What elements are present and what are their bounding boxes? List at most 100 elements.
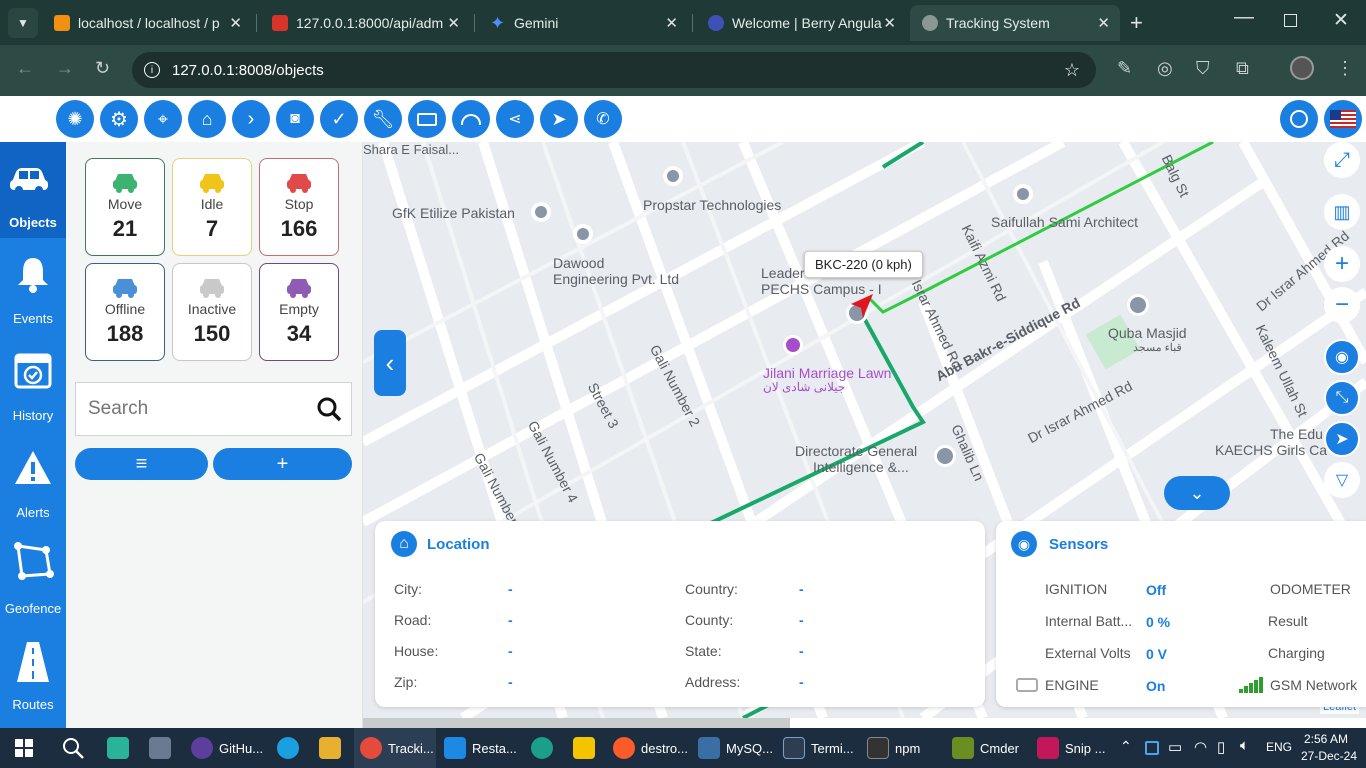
sidebar-item-objects[interactable]: Objects <box>0 142 66 238</box>
radar-button[interactable]: ◉ <box>1324 339 1360 375</box>
volume-icon[interactable]: 🔈︎ <box>1240 737 1249 754</box>
language-indicator[interactable]: ENG <box>1266 740 1292 754</box>
taskbar-app[interactable]: MySQ... <box>698 728 773 768</box>
zoom-in-button[interactable]: + <box>1324 246 1360 282</box>
taskbar-app[interactable] <box>277 728 299 768</box>
wifi-icon[interactable]: ◠ <box>1194 738 1207 756</box>
forward-icon[interactable]: → <box>56 58 74 79</box>
taskbar-app[interactable]: Termi... <box>783 728 854 768</box>
chevron-up-icon[interactable]: ⌃ <box>1120 738 1132 755</box>
browser-tab[interactable]: localhost / localhost / p ✕ <box>42 5 252 41</box>
next-button[interactable]: › <box>232 100 270 138</box>
taskbar-app[interactable]: destro... <box>613 728 688 768</box>
taskbar-app[interactable] <box>319 728 341 768</box>
browser-tab[interactable]: 127.0.0.1:8000/api/adm ✕ <box>260 5 470 41</box>
settings-button[interactable]: ⚙ <box>100 100 138 138</box>
share-button[interactable]: ⋖ <box>496 100 534 138</box>
shield-icon[interactable]: ⛉ <box>1196 58 1210 79</box>
expand-bottom-button[interactable]: ⌄ <box>1164 476 1230 510</box>
back-icon[interactable]: ← <box>16 58 34 79</box>
send-button[interactable]: ➤ <box>540 100 578 138</box>
dashboard-button[interactable] <box>452 100 490 138</box>
taskbar-app[interactable]: Snip ... <box>1037 728 1105 768</box>
collapse-panel-button[interactable]: ‹ <box>374 330 406 396</box>
sidebar-item-history[interactable]: History <box>0 335 66 431</box>
taskbar-app[interactable] <box>573 728 595 768</box>
puzzle-icon[interactable]: ⧉ <box>1236 58 1249 79</box>
browser-tab[interactable]: ✦ Gemini ✕ <box>478 5 688 41</box>
sidebar-item-geofence[interactable]: Geofence <box>0 528 66 624</box>
tab-search-button[interactable]: ▼ <box>8 8 38 38</box>
browser-tab-active[interactable]: Tracking System ✕ <box>910 5 1120 41</box>
horizontal-scrollbar[interactable] <box>363 718 790 728</box>
check-button[interactable]: ✓ <box>320 100 358 138</box>
clock-time[interactable]: 2:56 AM <box>1304 732 1348 746</box>
call-button[interactable]: ✆ <box>584 100 622 138</box>
reload-icon[interactable]: ↻ <box>95 58 110 79</box>
bookmark-star-icon[interactable]: ☆ <box>1064 60 1080 81</box>
close-window-button[interactable]: ✕ <box>1333 9 1349 32</box>
map-layers-button[interactable]: ▥ <box>1324 194 1360 230</box>
close-icon[interactable]: ✕ <box>1097 14 1110 32</box>
close-icon[interactable]: ✕ <box>229 14 242 32</box>
close-icon[interactable]: ✕ <box>665 14 678 32</box>
sidebar-item-alerts[interactable]: Alerts <box>0 432 66 528</box>
navigate-button[interactable]: ➤ <box>1324 421 1360 457</box>
taskbar-app[interactable] <box>149 728 171 768</box>
display-icon[interactable]: ▭ <box>1168 738 1182 756</box>
fit-bounds-button[interactable]: ⤡ <box>1324 380 1360 416</box>
home-button[interactable]: ⌂ <box>188 100 226 138</box>
taskbar-app-active[interactable]: Tracki... <box>354 728 436 768</box>
search-icon[interactable] <box>316 396 342 422</box>
filter-button[interactable]: ▽ <box>1324 462 1360 498</box>
brightness-button[interactable]: ✺ <box>56 100 94 138</box>
status-card-idle[interactable]: Idle 7 <box>172 158 252 256</box>
taskbar-app[interactable]: Resta... <box>444 728 517 768</box>
tools-button[interactable]: 🔧︎ <box>364 100 402 138</box>
search-icon[interactable] <box>62 737 84 759</box>
fullscreen-button[interactable]: ⤢ <box>1324 142 1360 178</box>
mysql-icon <box>698 737 720 759</box>
restore-button[interactable] <box>1284 14 1297 27</box>
taskbar-app[interactable]: Cmder <box>952 728 1019 768</box>
close-icon[interactable]: ✕ <box>883 14 896 32</box>
sidebar-item-routes[interactable]: Routes <box>0 624 66 720</box>
new-tab-button[interactable]: + <box>1130 10 1143 36</box>
status-card-stop[interactable]: Stop 166 <box>259 158 339 256</box>
vehicle-marker-icon[interactable] <box>849 294 873 320</box>
status-card-inactive[interactable]: Inactive 150 <box>172 263 252 361</box>
taskbar-app[interactable] <box>107 728 129 768</box>
browser-tab[interactable]: Welcome | Berry Angula ✕ <box>696 5 906 41</box>
list-menu-button[interactable]: ≡ <box>75 448 208 480</box>
user-profile-button[interactable] <box>1280 100 1318 138</box>
taskbar-app[interactable] <box>531 728 553 768</box>
url-field[interactable]: i 127.0.0.1:8008/objects ☆ <box>132 52 1096 88</box>
taskbar-app[interactable]: npm <box>867 728 920 768</box>
status-card-offline[interactable]: Offline 188 <box>85 263 165 361</box>
locate-button[interactable]: ⌖ <box>144 100 182 138</box>
status-card-empty[interactable]: Empty 34 <box>259 263 339 361</box>
profile-avatar[interactable] <box>1290 56 1314 80</box>
close-icon[interactable]: ✕ <box>447 14 460 32</box>
extension-icon[interactable]: ◎ <box>1157 58 1173 79</box>
windows-start-icon[interactable] <box>15 739 33 757</box>
cmd-icon <box>867 737 889 759</box>
language-button[interactable] <box>1324 100 1362 138</box>
gemini-favicon-icon: ✦ <box>490 12 506 33</box>
site-info-icon[interactable]: i <box>144 62 160 78</box>
status-card-move[interactable]: Move 21 <box>85 158 165 256</box>
location-label: County: <box>685 612 734 628</box>
search-input[interactable] <box>76 383 306 435</box>
menu-kebab-icon[interactable]: ⋮ <box>1336 58 1354 79</box>
battery-icon[interactable]: ▯ <box>1217 738 1225 756</box>
eyedropper-icon[interactable]: ✎ <box>1117 58 1132 79</box>
tray-app-icon[interactable] <box>1145 741 1159 755</box>
clock-date[interactable]: 27-Dec-24 <box>1301 749 1357 763</box>
zoom-out-button[interactable]: − <box>1324 287 1360 323</box>
minimize-button[interactable]: — <box>1234 6 1254 29</box>
camera-button[interactable]: ◙ <box>276 100 314 138</box>
sidebar-item-events[interactable]: Events <box>0 238 66 334</box>
billing-button[interactable] <box>408 100 446 138</box>
add-object-button[interactable]: + <box>213 448 352 480</box>
taskbar-app[interactable]: GitHu... <box>191 728 263 768</box>
